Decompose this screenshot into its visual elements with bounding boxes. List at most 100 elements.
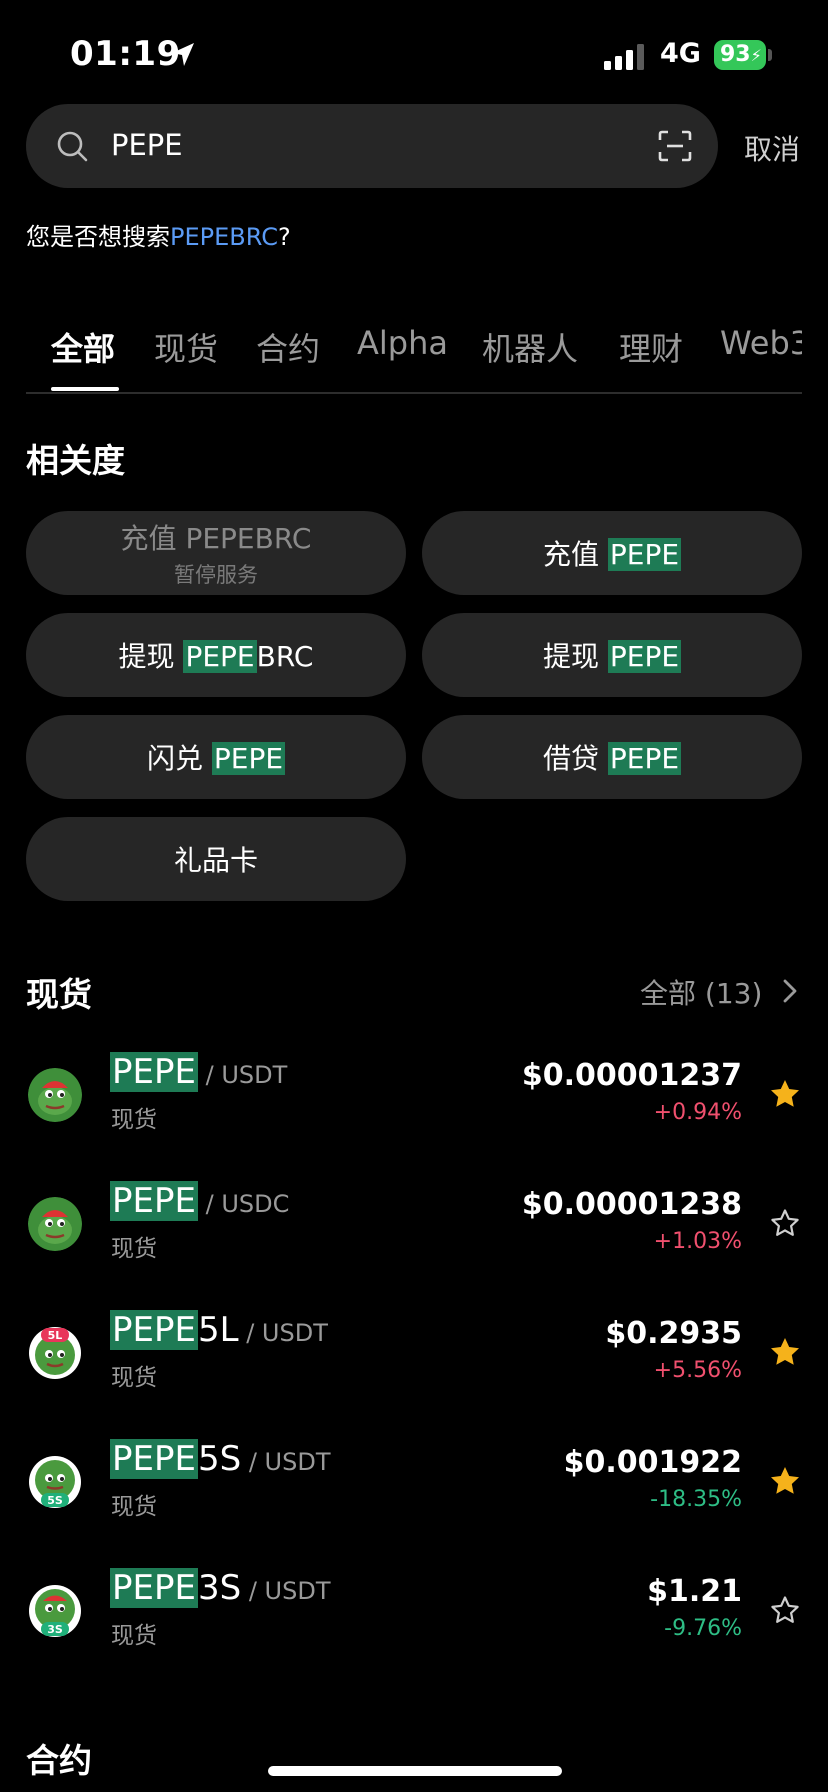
tab-web3[interactable]: Web3 xyxy=(720,324,802,362)
cellular-signal-icon xyxy=(604,44,644,70)
tab-futures[interactable]: 合约 xyxy=(256,324,320,370)
price-change: +1.03% xyxy=(653,1229,742,1254)
quote-currency: / USDT xyxy=(241,1448,331,1476)
home-indicator[interactable] xyxy=(268,1766,562,1776)
market-type: 现货 xyxy=(111,1623,157,1649)
base-rest: 3S xyxy=(197,1568,242,1608)
base-highlight: PEPE xyxy=(110,1310,198,1350)
spot-pair-row[interactable]: PEPE / USDT 现货 $0.00001237 +0.94% xyxy=(0,1038,828,1168)
pill-token-highlight: PEPE xyxy=(607,742,682,775)
favorite-star-outline-icon[interactable] xyxy=(769,1207,801,1239)
search-bar[interactable] xyxy=(26,104,718,188)
pair-symbol: PEPE / USDT xyxy=(110,1052,287,1092)
suggestion-link[interactable]: PEPEBRC xyxy=(170,223,278,251)
favorite-star-filled-icon[interactable] xyxy=(769,1336,801,1368)
pill-label: 提现 PEPE xyxy=(542,635,682,675)
base-rest: 5S xyxy=(197,1439,242,1479)
pill-label: 礼品卡 xyxy=(173,844,258,877)
pepe-5s-coin-icon: 5S xyxy=(29,1456,81,1508)
chevron-right-icon[interactable] xyxy=(780,978,800,1004)
pill-token-highlight: PEPE xyxy=(211,742,286,775)
tab-all[interactable]: 全部 xyxy=(51,324,115,370)
cancel-button[interactable]: 取消 xyxy=(744,128,800,168)
pill-action: 闪兑 xyxy=(146,742,203,775)
search-icon xyxy=(57,131,88,162)
pill-label: 提现 PEPEBRC xyxy=(118,635,313,675)
category-tabs: 全部 现货 合约 Alpha 机器人 理财 Web3 xyxy=(26,322,802,394)
search-suggestion: 您是否想搜索PEPEBRC? xyxy=(26,217,291,252)
spot-pair-row[interactable]: 3S PEPE3S / USDT 现货 $1.21 -9.76% xyxy=(0,1554,828,1684)
spot-see-all-link[interactable]: 全部 (13) xyxy=(640,972,762,1012)
pepe-5l-coin-icon: 5L xyxy=(29,1327,81,1379)
location-arrow-icon xyxy=(172,43,194,66)
status-bar: 01:19 4G 93⚡ xyxy=(0,0,828,100)
market-type: 现货 xyxy=(111,1236,157,1262)
quote-currency: / USDC xyxy=(197,1190,290,1218)
last-price: $0.001922 xyxy=(563,1445,742,1480)
battery-nub xyxy=(768,49,772,61)
favorite-star-filled-icon[interactable] xyxy=(769,1078,801,1110)
quote-currency: / USDT xyxy=(197,1061,288,1089)
spot-section-title: 现货 xyxy=(26,975,92,1014)
tab-alpha[interactable]: Alpha xyxy=(357,324,448,362)
pair-symbol: PEPE / USDC xyxy=(110,1181,289,1221)
pepe-3s-coin-icon: 3S xyxy=(29,1585,81,1637)
price-change: -9.76% xyxy=(664,1616,742,1641)
base-highlight: PEPE xyxy=(110,1439,198,1479)
coin-badge-text: 5S xyxy=(47,1494,63,1507)
pill-action: 借贷 xyxy=(542,742,599,775)
pill-label: 借贷 PEPE xyxy=(542,737,682,777)
deposit-pepebrc-button[interactable]: 充值 PEPEBRC 暂停服务 xyxy=(26,511,406,595)
price-change: -18.35% xyxy=(650,1487,742,1512)
loan-pepe-button[interactable]: 借贷 PEPE xyxy=(422,715,802,799)
tab-spot[interactable]: 现货 xyxy=(154,324,218,370)
gift-card-button[interactable]: 礼品卡 xyxy=(26,817,406,901)
pill-label: 闪兑 PEPE xyxy=(146,737,286,777)
tab-bots[interactable]: 机器人 xyxy=(482,324,578,370)
withdraw-pepe-button[interactable]: 提现 PEPE xyxy=(422,613,802,697)
relevance-title: 相关度 xyxy=(26,441,125,480)
pill-token: PEPEBRC xyxy=(185,522,312,555)
pill-action: 提现 xyxy=(542,640,599,673)
deposit-pepe-button[interactable]: 充值 PEPE xyxy=(422,511,802,595)
base-highlight: PEPE xyxy=(110,1052,198,1092)
pill-token-highlight: PEPE xyxy=(183,640,257,673)
pill-action: 提现 xyxy=(118,640,175,673)
suggestion-suffix: ? xyxy=(277,223,291,251)
pepe-coin-icon xyxy=(28,1197,82,1251)
market-type: 现货 xyxy=(111,1365,157,1391)
pill-token-highlight: PEPE xyxy=(607,538,682,571)
spot-pair-row[interactable]: PEPE / USDC 现货 $0.00001238 +1.03% xyxy=(0,1167,828,1297)
network-type: 4G xyxy=(660,38,701,69)
last-price: $0.00001238 xyxy=(521,1187,742,1222)
favorite-star-outline-icon[interactable] xyxy=(769,1594,801,1626)
pill-status: 暂停服务 xyxy=(174,563,258,587)
charging-bolt-icon: ⚡ xyxy=(750,46,762,65)
market-type: 现货 xyxy=(111,1107,157,1133)
pair-symbol: PEPE3S / USDT xyxy=(110,1568,331,1608)
coin-badge-text: 5L xyxy=(48,1329,63,1342)
status-time: 01:19 xyxy=(70,34,181,74)
battery-indicator: 93⚡ xyxy=(714,40,766,70)
last-price: $1.21 xyxy=(647,1574,742,1609)
market-type: 现货 xyxy=(111,1494,157,1520)
base-rest: 5L xyxy=(197,1310,239,1350)
pepe-coin-icon xyxy=(28,1068,82,1122)
spot-pair-row[interactable]: 5L PEPE5L / USDT 现货 $0.2935 +5.56% xyxy=(0,1296,828,1426)
pill-token-highlight: PEPE xyxy=(607,640,682,673)
price-change: +0.94% xyxy=(653,1100,742,1125)
quote-currency: / USDT xyxy=(238,1319,328,1347)
pill-label: 充值 PEPEBRC xyxy=(121,517,312,557)
tab-earn[interactable]: 理财 xyxy=(619,324,683,370)
search-input[interactable] xyxy=(111,128,511,162)
convert-pepe-button[interactable]: 闪兑 PEPE xyxy=(26,715,406,799)
withdraw-pepebrc-button[interactable]: 提现 PEPEBRC xyxy=(26,613,406,697)
suggestion-prefix: 您是否想搜索 xyxy=(26,223,170,251)
pair-symbol: PEPE5L / USDT xyxy=(110,1310,328,1350)
favorite-star-filled-icon[interactable] xyxy=(769,1465,801,1497)
scan-icon[interactable] xyxy=(658,130,692,162)
spot-pair-row[interactable]: 5S PEPE5S / USDT 现货 $0.001922 -18.35% xyxy=(0,1425,828,1555)
coin-badge-text: 3S xyxy=(47,1623,63,1636)
pill-action: 充值 xyxy=(542,538,599,571)
price-change: +5.56% xyxy=(653,1358,742,1383)
